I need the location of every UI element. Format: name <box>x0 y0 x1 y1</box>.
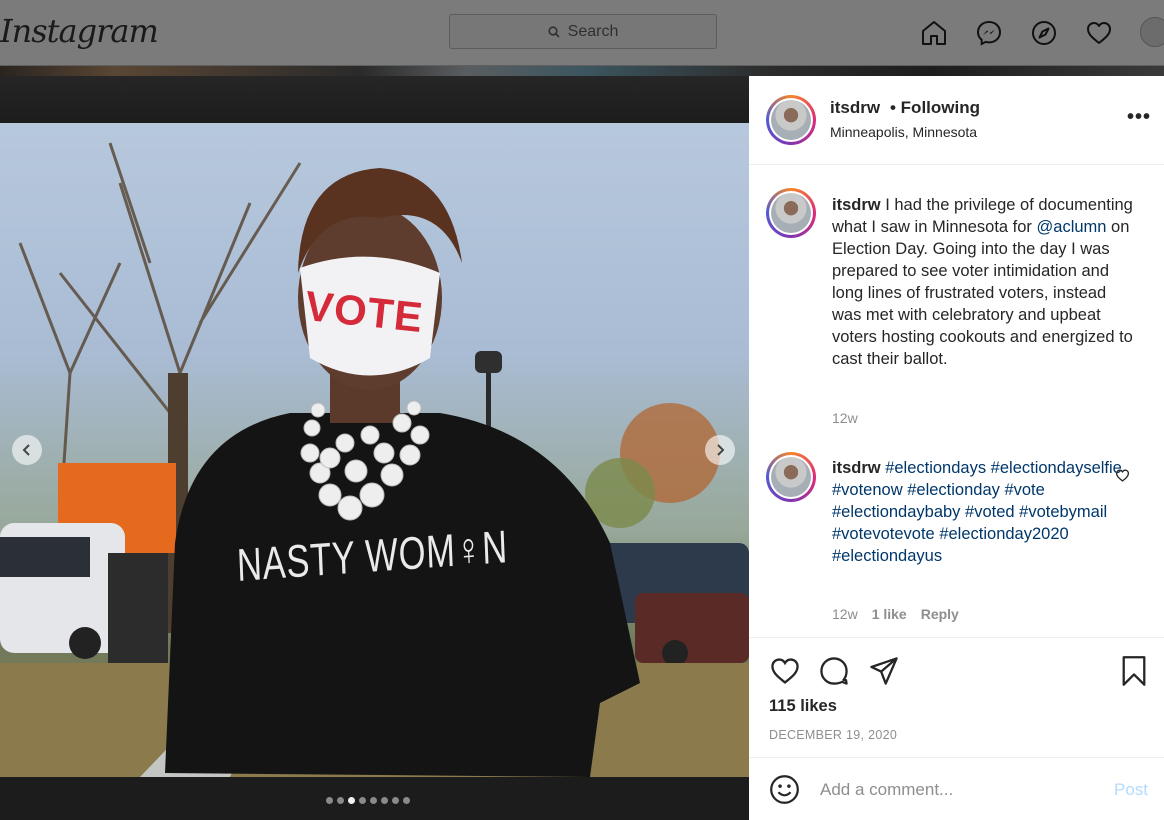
comment-like-icon[interactable] <box>1115 468 1130 488</box>
comment-icon[interactable] <box>818 655 850 692</box>
comment-reply-button[interactable]: Reply <box>921 606 959 622</box>
add-comment-bar: Add a comment... Post <box>749 757 1164 820</box>
comment-username[interactable]: itsdrw <box>832 459 881 477</box>
post-location[interactable]: Minneapolis, Minnesota <box>830 124 977 140</box>
carousel-dot <box>326 797 333 804</box>
search-placeholder: Search <box>567 22 619 40</box>
comment-avatar[interactable] <box>766 452 816 502</box>
comment-likes[interactable]: 1 like <box>872 606 907 622</box>
profile-avatar[interactable] <box>1140 17 1164 47</box>
carousel-dot <box>370 797 377 804</box>
like-icon[interactable] <box>769 655 801 692</box>
caption-body-end: on Election Day. Going into the day I wa… <box>832 218 1133 368</box>
search-icon <box>548 25 560 38</box>
author-avatar[interactable] <box>766 95 816 145</box>
carousel-dot <box>392 797 399 804</box>
activity-heart-icon[interactable] <box>1082 16 1115 49</box>
carousel-dot <box>381 797 388 804</box>
post-photo[interactable]: VOTE NASTY WOM♀N <box>0 123 749 777</box>
media-letterbox-top <box>0 76 749 123</box>
caption-text: itsdrw I had the privilege of documentin… <box>832 194 1137 370</box>
messenger-icon[interactable] <box>972 16 1005 49</box>
carousel-dot <box>359 797 366 804</box>
post-comment-button[interactable]: Post <box>1114 780 1148 800</box>
comment-text: itsdrw #electiondays #electiondayselfie … <box>832 457 1122 567</box>
home-icon[interactable] <box>917 16 950 49</box>
following-button[interactable]: • Following <box>890 98 980 118</box>
carousel-dot <box>403 797 410 804</box>
caption-meta: 12w <box>832 410 858 426</box>
explore-icon[interactable] <box>1027 16 1060 49</box>
carousel-prev-button[interactable] <box>12 435 42 465</box>
share-icon[interactable] <box>868 655 900 692</box>
comment-time[interactable]: 12w <box>832 606 858 622</box>
post-actions: 115 likes DECEMBER 19, 2020 <box>749 637 1164 757</box>
caption-avatar[interactable] <box>766 188 816 238</box>
author-username[interactable]: itsdrw <box>830 98 880 118</box>
search-input[interactable]: Search <box>449 14 717 49</box>
post-header: itsdrw • Following Minneapolis, Minnesot… <box>749 76 1164 165</box>
save-bookmark-icon[interactable] <box>1120 655 1148 692</box>
caption-username[interactable]: itsdrw <box>832 196 881 214</box>
chevron-left-icon <box>22 444 30 456</box>
likes-count[interactable]: 115 likes <box>769 697 837 716</box>
mention-link[interactable]: @aclumn <box>1037 218 1107 236</box>
emoji-icon[interactable] <box>769 774 800 810</box>
post-side-panel: itsdrw • Following Minneapolis, Minnesot… <box>749 76 1164 820</box>
carousel-next-button[interactable] <box>705 435 735 465</box>
comment-meta: 12w 1 like Reply <box>832 606 959 622</box>
top-nav: Instagram Search <box>0 0 1164 66</box>
photo-illustration <box>0 142 749 777</box>
add-comment-input[interactable]: Add a comment... <box>820 780 953 800</box>
more-options-button[interactable]: ••• <box>1127 106 1151 129</box>
chevron-right-icon <box>717 444 725 456</box>
post-date: DECEMBER 19, 2020 <box>769 728 898 742</box>
caption-time[interactable]: 12w <box>832 410 858 426</box>
carousel-indicator <box>326 797 410 804</box>
instagram-logo[interactable]: Instagram <box>0 12 159 50</box>
post-media: VOTE NASTY WOM♀N <box>0 76 749 820</box>
background-feed <box>0 66 1164 76</box>
carousel-dot <box>337 797 344 804</box>
carousel-dot <box>348 797 355 804</box>
